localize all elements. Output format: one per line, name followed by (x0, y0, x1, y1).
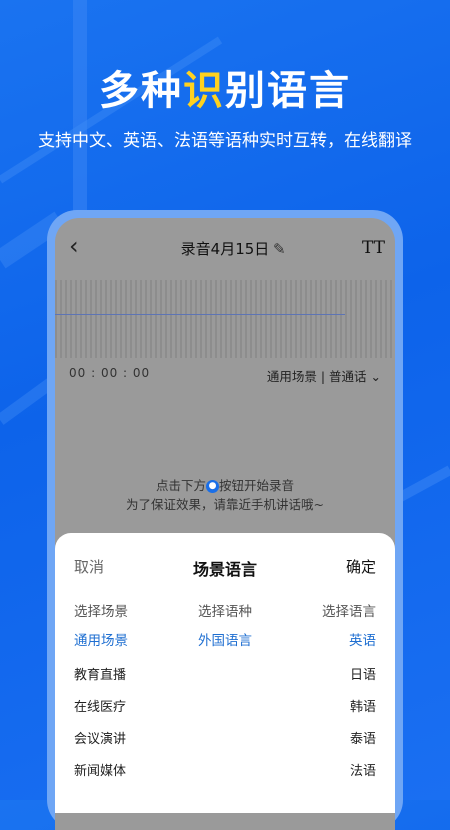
recording-title: 录音4月15日 (180, 240, 270, 258)
recording-timer: 00 : 00 : 00 (69, 366, 151, 380)
language-option[interactable]: 泰语 (350, 728, 376, 747)
scene-option[interactable]: 会议演讲 (74, 728, 126, 747)
promo-title-part1: 多种 (99, 68, 183, 114)
scene-language-selector[interactable]: 通用场景 | 普通话 ⌄ (267, 366, 381, 385)
scene-option[interactable]: 在线医疗 (74, 696, 126, 715)
sheet-title: 场景语言 (192, 560, 257, 579)
scene-option[interactable]: 教育直播 (74, 664, 126, 683)
hint-text-after: 按钮开始录音 (219, 478, 295, 493)
language-option[interactable]: 日语 (350, 664, 376, 683)
pencil-icon[interactable]: ✎ (273, 240, 286, 258)
top-bar: ‹ 录音4月15日 ✎ TT (55, 232, 395, 268)
sheet-header: 取消 场景语言 确定 (55, 556, 395, 580)
scene-language-sheet: 取消 场景语言 确定 选择场景 选择语种 选择语言 通用场景 外国语言 英语 教… (55, 533, 395, 813)
waveform-baseline (55, 314, 345, 315)
record-hint-line1: 点击下方 ● 按钮开始录音 (55, 475, 395, 494)
promo-title-highlight: 识 (183, 68, 225, 114)
column-header-language: 选择语言 (322, 604, 376, 620)
selected-language[interactable]: 英语 (349, 629, 376, 649)
scene-selector-label: 通用场景 | 普通话 (266, 369, 367, 384)
confirm-button[interactable]: 确定 (346, 556, 376, 577)
promo-subtitle: 支持中文、英语、法语等语种实时互转，在线翻译 (38, 131, 412, 151)
language-option[interactable]: 法语 (350, 760, 376, 779)
promo-title: 多种识别语言 (0, 58, 450, 116)
hint-text-before: 点击下方 (155, 478, 206, 493)
promo-title-part2: 别语言 (225, 68, 351, 114)
waveform (55, 280, 395, 358)
mic-icon: ● (206, 480, 219, 493)
language-option[interactable]: 韩语 (350, 696, 376, 715)
scene-option[interactable]: 新闻媒体 (74, 760, 126, 779)
record-hint-line2: 为了保证效果，请靠近手机讲话哦~ (126, 497, 324, 512)
text-size-icon[interactable]: TT (362, 238, 385, 258)
selected-language-type[interactable]: 外国语言 (55, 629, 395, 649)
chevron-down-icon: ⌄ (370, 369, 381, 384)
